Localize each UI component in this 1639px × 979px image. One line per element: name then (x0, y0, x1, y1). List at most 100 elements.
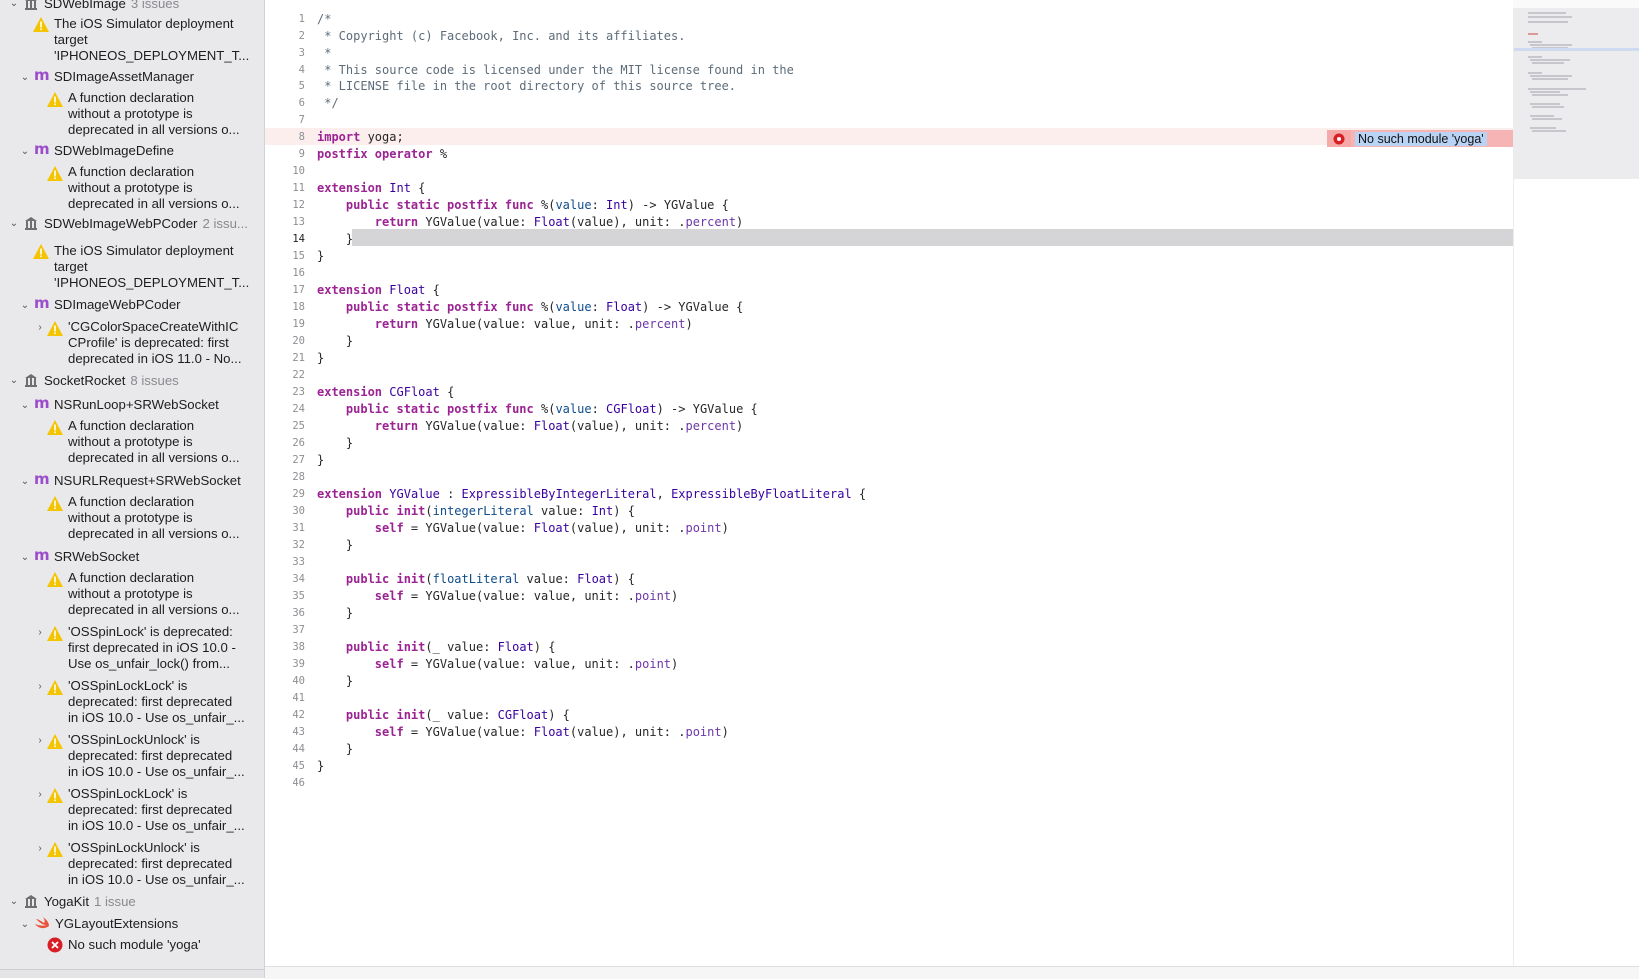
chevron-right-icon[interactable]: › (34, 625, 46, 641)
line-number[interactable]: 4 (265, 64, 305, 76)
sidebar-filter-bar (0, 969, 264, 978)
line-number[interactable]: 36 (265, 607, 305, 619)
issue-message[interactable]: 'OSSpinLockUnlock' is deprecated: first … (68, 840, 245, 889)
line-number[interactable]: 17 (265, 284, 305, 296)
line-number[interactable]: 12 (265, 199, 305, 211)
chevron-down-icon[interactable]: ⌄ (19, 144, 31, 160)
chevron-right-icon[interactable]: › (34, 787, 46, 803)
warning-icon (47, 680, 63, 695)
group-name: SDWebImage (44, 0, 126, 11)
warning-icon (47, 842, 63, 857)
issue-message[interactable]: A function declaration without a prototy… (68, 164, 240, 213)
line-number[interactable]: 41 (265, 692, 305, 704)
issue-message[interactable]: A function declaration without a prototy… (68, 90, 240, 139)
file-row-yglayoutextensions[interactable]: YGLayoutExtensions (34, 916, 178, 932)
chevron-right-icon[interactable]: › (34, 679, 46, 695)
error-icon (1327, 130, 1351, 147)
code-editor[interactable]: 1 2 3 4 5 6 7 8 9 10 11 12 13 14 15 16 17 18 19 20 21 22 23 24 2… (265, 0, 1513, 966)
line-number[interactable]: 33 (265, 556, 305, 568)
issue-message[interactable]: A function declaration without a prototy… (68, 570, 240, 619)
line-number[interactable]: 32 (265, 539, 305, 551)
line-number[interactable]: 27 (265, 454, 305, 466)
issue-message[interactable]: A function declaration without a prototy… (68, 494, 240, 543)
file-row-sdwebimagedefine[interactable]: m SDWebImageDefine (34, 142, 174, 159)
line-number[interactable]: 14 (265, 233, 305, 245)
chevron-right-icon[interactable]: › (34, 320, 46, 336)
line-number[interactable]: 21 (265, 352, 305, 364)
line-number[interactable]: 11 (265, 182, 305, 194)
chevron-right-icon[interactable]: › (34, 733, 46, 749)
line-number[interactable]: 26 (265, 437, 305, 449)
file-row-sdimagewebpcoder[interactable]: m SDImageWebPCoder (34, 296, 181, 313)
issue-message[interactable]: 'OSSpinLockLock' is deprecated: first de… (68, 678, 245, 727)
line-number[interactable]: 38 (265, 641, 305, 653)
line-number[interactable]: 44 (265, 743, 305, 755)
chevron-down-icon[interactable]: ⌄ (8, 894, 20, 910)
group-row-socketrocket[interactable]: ⌄ SocketRocket 8 issues (8, 373, 179, 389)
line-number[interactable]: 20 (265, 335, 305, 347)
line-number[interactable]: 8 (265, 131, 305, 143)
line-number[interactable]: 2 (265, 30, 305, 42)
line-number[interactable]: 10 (265, 165, 305, 177)
chevron-down-icon[interactable]: ⌄ (19, 70, 31, 86)
line-number[interactable]: 43 (265, 726, 305, 738)
issue-message[interactable]: 'OSSpinLockLock' is deprecated: first de… (68, 786, 245, 835)
line-number[interactable]: 31 (265, 522, 305, 534)
chevron-right-icon[interactable]: › (34, 841, 46, 857)
minimap[interactable] (1513, 8, 1639, 966)
line-number[interactable]: 9 (265, 148, 305, 160)
issue-message[interactable]: A function declaration without a prototy… (68, 418, 240, 467)
line-number[interactable]: 42 (265, 709, 305, 721)
line-number[interactable]: 22 (265, 369, 305, 381)
line-number[interactable]: 30 (265, 505, 305, 517)
file-row-srwebsocket[interactable]: m SRWebSocket (34, 546, 139, 565)
line-number[interactable]: 13 (265, 216, 305, 228)
line-number[interactable]: 16 (265, 267, 305, 279)
line-number[interactable]: 29 (265, 488, 305, 500)
issue-message[interactable]: 'OSSpinLockUnlock' is deprecated: first … (68, 732, 245, 781)
line-number[interactable]: 6 (265, 97, 305, 109)
line-number[interactable]: 45 (265, 760, 305, 772)
chevron-down-icon[interactable]: ⌄ (19, 917, 31, 933)
issue-message-error[interactable]: No such module 'yoga' (68, 937, 201, 953)
issue-message[interactable]: 'CGColorSpaceCreateWithIC CProfile' is d… (68, 319, 241, 368)
line-number[interactable]: 15 (265, 250, 305, 262)
line-number[interactable]: 3 (265, 47, 305, 59)
inline-error-annotation[interactable]: No such module 'yoga' (1327, 130, 1513, 147)
chevron-down-icon[interactable]: ⌄ (19, 298, 31, 314)
line-number[interactable]: 34 (265, 573, 305, 585)
line-number[interactable]: 46 (265, 777, 305, 789)
debug-bar (265, 966, 1639, 979)
line-number[interactable]: 39 (265, 658, 305, 670)
group-row-sdwebimagewebpcoder[interactable]: ⌄ SDWebImageWebPCoder 2 issu... (8, 216, 248, 232)
file-row-nsurlrequest[interactable]: m NSURLRequest+SRWebSocket (34, 472, 241, 489)
line-number[interactable]: 19 (265, 318, 305, 330)
line-number[interactable]: 37 (265, 624, 305, 636)
chevron-down-icon[interactable]: ⌄ (8, 216, 20, 232)
file-row-nsrunloop[interactable]: m NSRunLoop+SRWebSocket (34, 396, 219, 413)
chevron-down-icon[interactable]: ⌄ (8, 0, 20, 12)
line-number[interactable]: 23 (265, 386, 305, 398)
chevron-down-icon[interactable]: ⌄ (8, 373, 20, 389)
issue-message[interactable]: 'OSSpinLock' is deprecated: first deprec… (68, 624, 236, 673)
group-row-yogakit[interactable]: ⌄ YogaKit 1 issue (8, 894, 136, 910)
issue-message[interactable]: The iOS Simulator deployment target 'IPH… (54, 16, 249, 65)
file-row-sdimageassetmanager[interactable]: m SDImageAssetManager (34, 68, 194, 85)
line-number[interactable]: 7 (265, 114, 305, 126)
line-number[interactable]: 24 (265, 403, 305, 415)
line-number[interactable]: 40 (265, 675, 305, 687)
chevron-down-icon[interactable]: ⌄ (19, 398, 31, 414)
group-row-sdwebimage[interactable]: ⌄ SDWebImage 3 issues (8, 0, 179, 12)
line-number[interactable]: 1 (265, 13, 305, 25)
line-number[interactable]: 35 (265, 590, 305, 602)
code-line: public init(_ value: Float) { (345, 640, 556, 654)
chevron-down-icon[interactable]: ⌄ (19, 474, 31, 490)
issue-message[interactable]: The iOS Simulator deployment target 'IPH… (54, 243, 249, 292)
line-number[interactable]: 5 (265, 80, 305, 92)
code-line: } (317, 742, 354, 756)
line-number[interactable]: 28 (265, 471, 305, 483)
line-number[interactable]: 18 (265, 301, 305, 313)
line-number[interactable]: 25 (265, 420, 305, 432)
module-icon: m (34, 546, 50, 564)
chevron-down-icon[interactable]: ⌄ (19, 550, 31, 566)
